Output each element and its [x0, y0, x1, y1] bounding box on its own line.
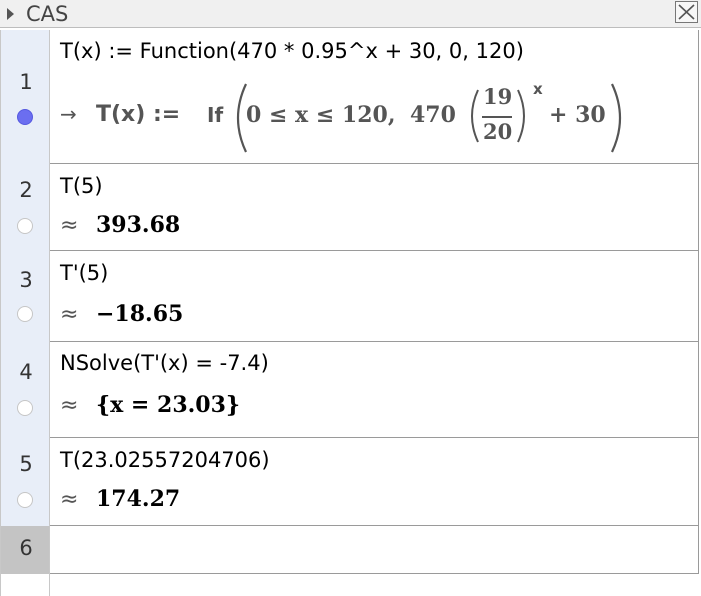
cas-view: 1 T(x) := Function(470 * 0.95^x + 30, 0,… — [0, 28, 701, 596]
paren-inner-left — [471, 89, 479, 143]
output-line: ≈ 393.68 — [60, 212, 180, 238]
row-cell[interactable] — [50, 526, 699, 574]
output-coefficient: 470 — [410, 102, 456, 128]
fraction-bar — [482, 116, 512, 118]
output-line: ≈ 174.27 — [60, 486, 180, 512]
input-expression[interactable]: NSolve(T'(x) = -7.4) — [60, 351, 269, 375]
output-line: ≈ {x = 23.03} — [60, 392, 240, 418]
output-expression: → T(x) := If 0 ≤ x ≤ 120, 470 19 20 x + — [60, 80, 690, 154]
approx-symbol: ≈ — [60, 212, 79, 238]
row-header[interactable]: 1 — [0, 30, 50, 164]
input-expression[interactable]: T(23.02557204706) — [60, 448, 270, 472]
output-line: ≈ −18.65 — [60, 301, 183, 327]
output-result: −18.65 — [96, 301, 184, 327]
row-number: 1 — [19, 70, 33, 94]
close-button[interactable] — [675, 1, 698, 23]
row-header[interactable]: 3 — [0, 251, 50, 342]
cas-row[interactable]: 2 T(5) ≈ 393.68 — [0, 164, 701, 251]
view-title: CAS — [26, 2, 69, 26]
paren-right — [611, 83, 622, 153]
triangle-right-icon[interactable] — [7, 8, 14, 20]
output-result: 393.68 — [96, 212, 181, 238]
output-condition: 0 ≤ x ≤ 120, — [246, 102, 396, 128]
cas-row[interactable]: 5 T(23.02557204706) ≈ 174.27 — [0, 438, 701, 526]
cas-row[interactable]: 4 NSolve(T'(x) = -7.4) ≈ {x = 23.03} — [0, 342, 701, 438]
input-expression[interactable]: T(5) — [60, 174, 103, 198]
output-if: If — [207, 103, 224, 127]
row-number: 3 — [19, 268, 33, 292]
approx-symbol: ≈ — [60, 486, 79, 512]
approx-symbol: ≈ — [60, 392, 79, 418]
approx-symbol: ≈ — [60, 301, 79, 327]
close-icon — [678, 4, 695, 20]
row-cell[interactable]: T(5) ≈ 393.68 — [50, 164, 699, 251]
row-cell[interactable]: NSolve(T'(x) = -7.4) ≈ {x = 23.03} — [50, 342, 699, 438]
fraction-denominator: 20 — [483, 119, 513, 144]
output-lhs: T(x) := — [96, 102, 181, 127]
row-cell[interactable]: T(x) := Function(470 * 0.95^x + 30, 0, 1… — [50, 30, 699, 164]
row-header[interactable]: 4 — [0, 342, 50, 438]
row-header[interactable]: 5 — [0, 438, 50, 526]
visibility-marble[interactable] — [17, 400, 33, 416]
paren-inner-right — [517, 89, 525, 143]
cas-row[interactable]: 6 — [0, 526, 701, 574]
visibility-marble[interactable] — [17, 492, 33, 508]
row-number: 5 — [19, 452, 33, 476]
row-number: 2 — [19, 178, 33, 202]
row-header[interactable]: 2 — [0, 164, 50, 251]
exponent: x — [533, 80, 543, 98]
fraction-numerator: 19 — [483, 84, 513, 109]
visibility-marble[interactable] — [17, 109, 33, 125]
visibility-marble[interactable] — [17, 306, 33, 322]
row-header-filler — [0, 574, 50, 596]
title-bar: CAS — [0, 0, 701, 28]
visibility-marble[interactable] — [17, 218, 33, 234]
input-expression[interactable]: T(x) := Function(470 * 0.95^x + 30, 0, 1… — [60, 39, 524, 63]
output-tail: + 30 — [549, 102, 606, 128]
row-number: 4 — [19, 360, 33, 384]
row-cell[interactable]: T'(5) ≈ −18.65 — [50, 251, 699, 342]
cas-row[interactable]: 3 T'(5) ≈ −18.65 — [0, 251, 701, 342]
output-arrow: → — [60, 102, 77, 126]
output-result: {x = 23.03} — [96, 392, 241, 418]
output-result: 174.27 — [96, 486, 181, 512]
row-cell[interactable]: T(23.02557204706) ≈ 174.27 — [50, 438, 699, 526]
input-expression[interactable]: T'(5) — [60, 261, 108, 285]
row-header[interactable]: 6 — [0, 526, 50, 574]
cas-row[interactable]: 1 T(x) := Function(470 * 0.95^x + 30, 0,… — [0, 30, 701, 164]
row-number: 6 — [19, 536, 33, 560]
